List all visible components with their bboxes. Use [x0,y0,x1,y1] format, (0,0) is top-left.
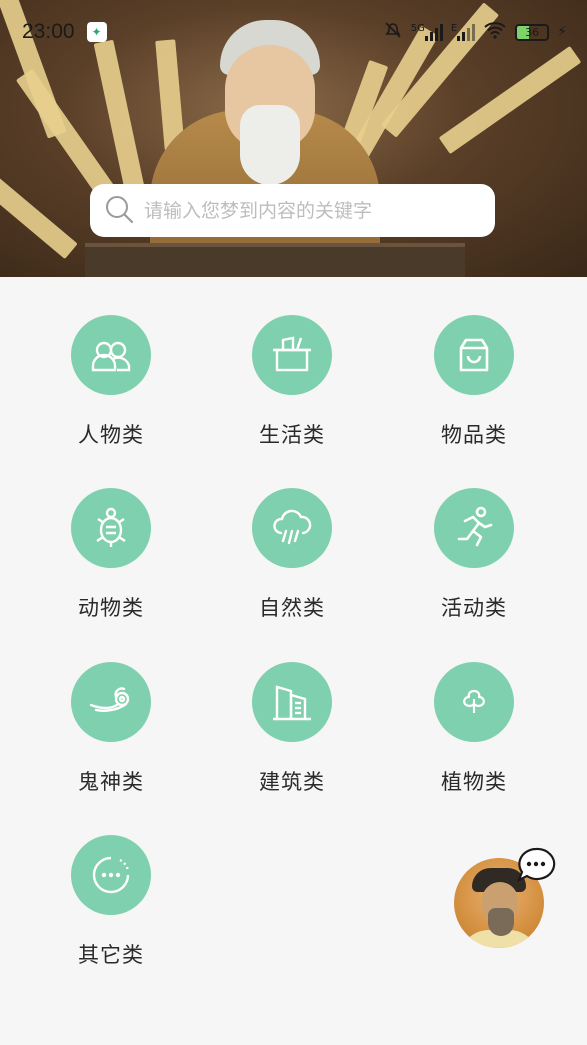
search-input[interactable] [144,199,495,222]
category-nature[interactable]: 自然类 [212,488,372,638]
status-bar: 23:00 ✦ 5G E 36 ⚡ [0,0,587,64]
category-spirits[interactable]: 鬼神类 [31,662,191,812]
category-others[interactable]: 其它类 [31,835,191,985]
people-icon [71,315,151,395]
category-label: 鬼神类 [78,770,144,794]
building-icon [252,662,332,742]
category-label: 建筑类 [259,770,325,794]
category-label: 生活类 [259,423,325,447]
category-life[interactable]: 生活类 [212,315,372,465]
rain-cloud-icon [252,488,332,568]
search-bar[interactable] [90,184,495,237]
wifi-icon [483,21,507,43]
category-activities[interactable]: 活动类 [394,488,554,638]
category-label: 动物类 [78,596,144,620]
basket-icon [252,315,332,395]
category-label: 物品类 [441,423,507,447]
category-label: 活动类 [441,596,507,620]
category-label: 植物类 [441,770,507,794]
chat-bubble-icon[interactable] [516,846,556,886]
category-label: 其它类 [78,943,144,967]
running-icon [434,488,514,568]
more-icon [71,835,151,915]
cloud-swirl-icon [71,662,151,742]
category-plants[interactable]: 植物类 [394,662,554,812]
bag-icon [434,315,514,395]
signal-5g-icon: 5G [411,23,443,41]
mute-bell-icon [383,20,403,44]
leaf-icon [434,662,514,742]
signal-e-icon: E [451,23,476,41]
search-icon [104,194,134,228]
category-animals[interactable]: 动物类 [31,488,191,638]
status-time: 23:00 [22,20,75,43]
category-people[interactable]: 人物类 [31,315,191,465]
category-items[interactable]: 物品类 [394,315,554,465]
turtle-icon [71,488,151,568]
category-label: 自然类 [259,596,325,620]
category-buildings[interactable]: 建筑类 [212,662,372,812]
charging-icon: ⚡ [557,24,567,40]
battery-icon: 36 [515,23,550,41]
category-label: 人物类 [78,423,144,447]
app-notification-icon: ✦ [86,22,107,42]
